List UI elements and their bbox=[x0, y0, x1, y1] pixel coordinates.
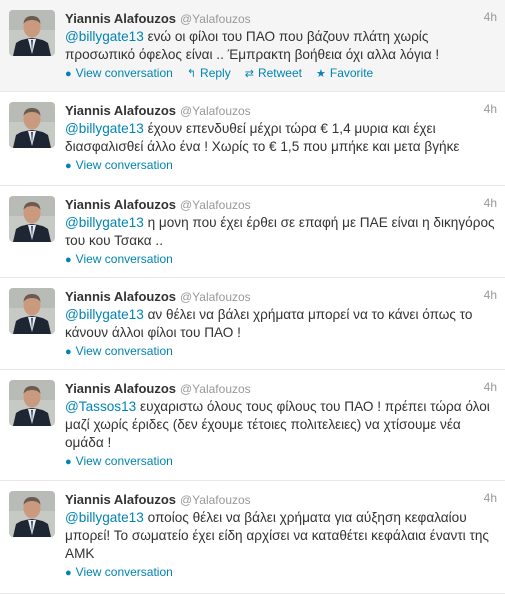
avatar[interactable] bbox=[9, 491, 55, 537]
tweet-actions: ● View conversation bbox=[65, 563, 497, 581]
favorite-button[interactable]: ★ Favorite bbox=[316, 64, 373, 83]
author-name[interactable]: Yiannis Alafouzos bbox=[65, 289, 176, 304]
avatar[interactable] bbox=[9, 288, 55, 334]
tweet-header: Yiannis Alafouzos @Yalafouzos bbox=[65, 380, 497, 397]
speech-bubble-icon: ● bbox=[65, 160, 72, 172]
tweet-text: @billygate13 η μονη που έχει έρθει σε επ… bbox=[65, 214, 497, 250]
timestamp[interactable]: 4h bbox=[484, 196, 497, 210]
view-conversation-link[interactable]: ● View conversation bbox=[65, 64, 173, 83]
avatar[interactable] bbox=[9, 196, 55, 242]
tweet[interactable]: Yiannis Alafouzos @Yalafouzos 4h @billyga… bbox=[0, 0, 505, 92]
speech-bubble-icon: ● bbox=[65, 254, 72, 266]
author-handle[interactable]: @Yalafouzos bbox=[180, 198, 251, 212]
tweet[interactable]: Yiannis Alafouzos @Yalafouzos 4h @billyga… bbox=[0, 92, 505, 186]
retweet-label: Retweet bbox=[257, 66, 302, 80]
avatar[interactable] bbox=[9, 10, 55, 56]
reply-label: Reply bbox=[200, 66, 231, 80]
tweet-text: @billygate13 ενώ οι φίλοι του ΠΑΟ που βά… bbox=[65, 28, 497, 64]
author-name[interactable]: Yiannis Alafouzos bbox=[65, 11, 176, 26]
mention-link[interactable]: @billygate13 bbox=[65, 510, 144, 525]
view-conversation-label: View conversation bbox=[75, 158, 173, 172]
timestamp[interactable]: 4h bbox=[484, 380, 497, 394]
tweet-header: Yiannis Alafouzos @Yalafouzos bbox=[65, 10, 497, 27]
retweet-button[interactable]: ⇄ Retweet bbox=[245, 64, 302, 83]
author-handle[interactable]: @Yalafouzos bbox=[180, 12, 251, 26]
tweet-actions: ● View conversation bbox=[65, 250, 497, 268]
tweet[interactable]: Yiannis Alafouzos @Yalafouzos 4h @billyga… bbox=[0, 278, 505, 370]
view-conversation-label: View conversation bbox=[75, 66, 173, 80]
view-conversation-link[interactable]: ● View conversation bbox=[65, 563, 173, 582]
reply-button[interactable]: ↰ Reply bbox=[187, 64, 231, 83]
mention-link[interactable]: @billygate13 bbox=[65, 121, 144, 136]
view-conversation-label: View conversation bbox=[75, 344, 173, 358]
reply-arrow-icon: ↰ bbox=[186, 68, 197, 80]
speech-bubble-icon: ● bbox=[65, 456, 72, 468]
tweet-header: Yiannis Alafouzos @Yalafouzos bbox=[65, 102, 497, 119]
tweet-actions: ● View conversation bbox=[65, 452, 497, 470]
view-conversation-link[interactable]: ● View conversation bbox=[65, 156, 173, 175]
retweet-icon: ⇄ bbox=[244, 68, 254, 80]
tweet-actions: ● View conversation bbox=[65, 342, 497, 360]
tweet[interactable]: Yiannis Alafouzos @Yalafouzos 4h @Tassos1… bbox=[0, 370, 505, 481]
author-name[interactable]: Yiannis Alafouzos bbox=[65, 103, 176, 118]
tweet[interactable]: Yiannis Alafouzos @Yalafouzos 4h @billyga… bbox=[0, 186, 505, 278]
timestamp[interactable]: 4h bbox=[484, 102, 497, 116]
tweet-actions: ● View conversation bbox=[65, 156, 497, 174]
favorite-label: Favorite bbox=[329, 66, 374, 80]
tweet-text: @billygate13 έχουν επενδυθεί μέχρι τώρα … bbox=[65, 120, 497, 156]
author-name[interactable]: Yiannis Alafouzos bbox=[65, 381, 176, 396]
mention-link[interactable]: @billygate13 bbox=[65, 29, 144, 44]
view-conversation-link[interactable]: ● View conversation bbox=[65, 342, 173, 361]
tweet-text: @Tassos13 ευχαριστω όλους τους φίλους το… bbox=[65, 398, 497, 452]
avatar[interactable] bbox=[9, 102, 55, 148]
timestamp[interactable]: 4h bbox=[484, 10, 497, 24]
view-conversation-link[interactable]: ● View conversation bbox=[65, 250, 173, 269]
tweet[interactable]: Yiannis Alafouzos @Yalafouzos 4h @billyga… bbox=[0, 481, 505, 594]
timestamp[interactable]: 4h bbox=[484, 491, 497, 505]
star-icon: ★ bbox=[315, 68, 326, 80]
tweet-text: @billygate13 αν θέλει να βάλει χρήματα μ… bbox=[65, 306, 497, 342]
speech-bubble-icon: ● bbox=[65, 68, 72, 80]
view-conversation-label: View conversation bbox=[75, 252, 173, 266]
view-conversation-link[interactable]: ● View conversation bbox=[65, 452, 173, 471]
speech-bubble-icon: ● bbox=[65, 346, 72, 358]
author-name[interactable]: Yiannis Alafouzos bbox=[65, 492, 176, 507]
tweet-text: @billygate13 οποίος θέλει να βάλει χρήμα… bbox=[65, 509, 497, 563]
speech-bubble-icon: ● bbox=[65, 567, 72, 579]
author-handle[interactable]: @Yalafouzos bbox=[180, 290, 251, 304]
view-conversation-label: View conversation bbox=[75, 565, 173, 579]
author-handle[interactable]: @Yalafouzos bbox=[180, 382, 251, 396]
author-handle[interactable]: @Yalafouzos bbox=[180, 104, 251, 118]
mention-link[interactable]: @billygate13 bbox=[65, 215, 144, 230]
view-conversation-label: View conversation bbox=[75, 454, 173, 468]
tweet-actions: ● View conversation ↰ Reply ⇄ Retweet ★ Favorit… bbox=[65, 64, 497, 82]
mention-link[interactable]: @billygate13 bbox=[65, 307, 144, 322]
tweet-header: Yiannis Alafouzos @Yalafouzos bbox=[65, 196, 497, 213]
author-name[interactable]: Yiannis Alafouzos bbox=[65, 197, 176, 212]
tweet-header: Yiannis Alafouzos @Yalafouzos bbox=[65, 288, 497, 305]
avatar[interactable] bbox=[9, 380, 55, 426]
tweet-timeline: Yiannis Alafouzos @Yalafouzos 4h @billyga… bbox=[0, 0, 505, 594]
mention-link[interactable]: @Tassos13 bbox=[65, 399, 136, 414]
tweet-header: Yiannis Alafouzos @Yalafouzos bbox=[65, 491, 497, 508]
timestamp[interactable]: 4h bbox=[484, 288, 497, 302]
author-handle[interactable]: @Yalafouzos bbox=[180, 493, 251, 507]
